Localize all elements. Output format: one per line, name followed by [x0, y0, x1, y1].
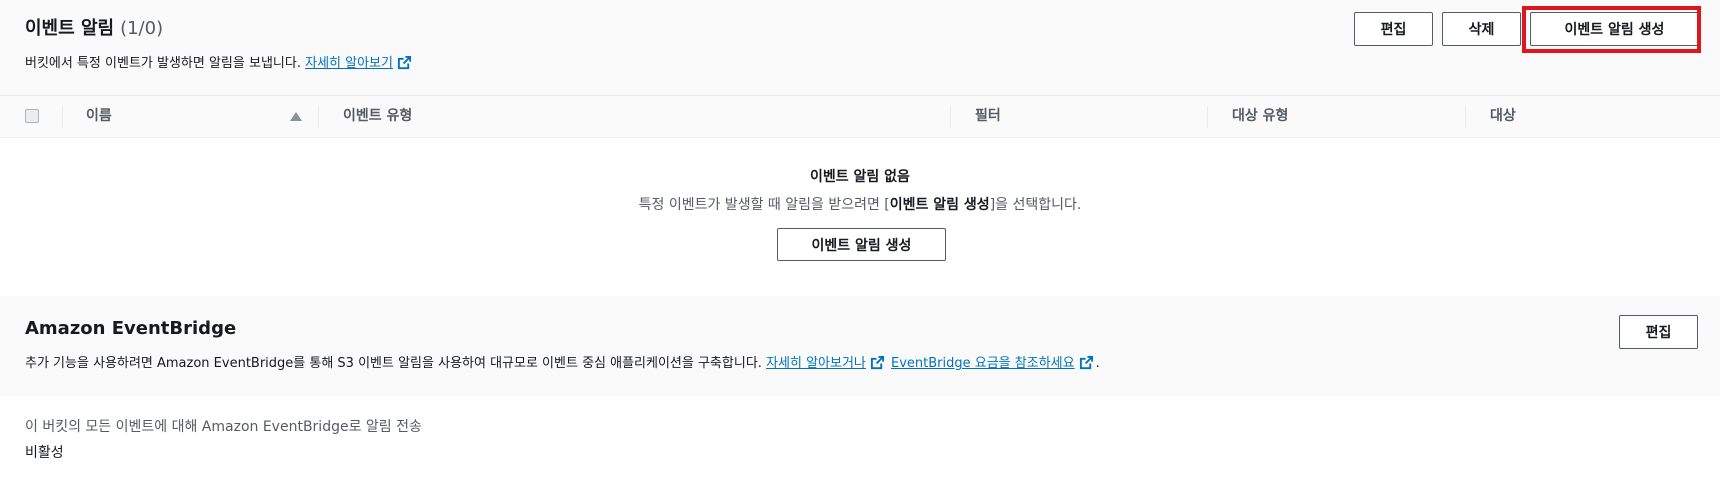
section-description: 버킷에서 특정 이벤트가 발생하면 알림을 보냅니다. 자세히 알아보기 — [25, 52, 414, 71]
eventbridge-title: Amazon EventBridge — [25, 318, 237, 339]
external-link-icon[interactable] — [870, 355, 885, 370]
learn-more-link[interactable]: 자세히 알아보기 — [305, 56, 393, 71]
external-link-icon[interactable] — [397, 55, 412, 70]
empty-state: 이벤트 알림 없음 특정 이벤트가 발생할 때 알림을 받으려면 [이벤트 알림… — [0, 138, 1720, 296]
create-event-notification-empty-button[interactable]: 이벤트 알림 생성 — [777, 228, 946, 261]
empty-message-prefix: 특정 이벤트가 발생할 때 알림을 받으려면 [ — [638, 197, 890, 213]
table-header: 이름 이벤트 유형 필터 대상 유형 대상 — [0, 95, 1720, 138]
empty-message-suffix: ]을 선택합니다. — [989, 197, 1082, 213]
eventbridge-panel: Amazon EventBridge 추가 기능을 사용하려면 Amazon E… — [0, 296, 1720, 397]
column-header-destination-type[interactable]: 대상 유형 — [1232, 96, 1288, 137]
page-title: 이벤트 알림 (1/0) — [25, 14, 163, 40]
column-divider — [318, 106, 319, 128]
delete-button[interactable]: 삭제 — [1442, 12, 1521, 46]
empty-message-bold: 이벤트 알림 생성 — [889, 197, 990, 213]
column-divider — [1465, 106, 1466, 128]
eventbridge-setting: 이 버킷의 모든 이벤트에 대해 Amazon EventBridge로 알림 … — [0, 396, 1720, 484]
event-notifications-header: 이벤트 알림 (1/0) 버킷에서 특정 이벤트가 발생하면 알림을 보냅니다. … — [0, 0, 1720, 95]
description-period: . — [1095, 356, 1100, 371]
event-notifications-panel: 이벤트 알림 (1/0) 버킷에서 특정 이벤트가 발생하면 알림을 보냅니다. … — [0, 0, 1720, 297]
highlight-box — [1522, 6, 1701, 53]
eventbridge-setting-value: 비활성 — [25, 445, 64, 461]
edit-button[interactable]: 편집 — [1354, 12, 1433, 46]
column-header-destination[interactable]: 대상 — [1490, 96, 1516, 137]
column-divider — [950, 106, 951, 128]
eventbridge-description-text: 추가 기능을 사용하려면 Amazon EventBridge를 통해 S3 이… — [25, 356, 762, 371]
empty-state-message: 특정 이벤트가 발생할 때 알림을 받으려면 [이벤트 알림 생성]을 선택합니… — [0, 194, 1720, 214]
empty-state-title: 이벤트 알림 없음 — [810, 169, 910, 185]
column-header-filter[interactable]: 필터 — [975, 96, 1001, 137]
eventbridge-setting-label: 이 버킷의 모든 이벤트에 대해 Amazon EventBridge로 알림 … — [25, 419, 422, 435]
description-text: 버킷에서 특정 이벤트가 발생하면 알림을 보냅니다. — [25, 56, 301, 71]
column-header-name[interactable]: 이름 — [86, 96, 112, 137]
notification-count: (1/0) — [120, 18, 164, 39]
eventbridge-edit-button[interactable]: 편집 — [1619, 315, 1698, 349]
eventbridge-pricing-link[interactable]: EventBridge 요금을 참조하세요 — [891, 356, 1075, 371]
select-all-checkbox[interactable] — [25, 109, 39, 123]
eventbridge-description: 추가 기능을 사용하려면 Amazon EventBridge를 통해 S3 이… — [25, 352, 1100, 371]
column-header-event-type[interactable]: 이벤트 유형 — [343, 96, 412, 137]
section-title: 이벤트 알림 — [25, 18, 115, 39]
external-link-icon[interactable] — [1079, 355, 1094, 370]
column-divider — [1207, 106, 1208, 128]
column-divider — [62, 106, 63, 128]
sort-ascending-icon[interactable] — [290, 112, 302, 121]
eventbridge-learn-more-link[interactable]: 자세히 알아보거나 — [766, 356, 866, 371]
